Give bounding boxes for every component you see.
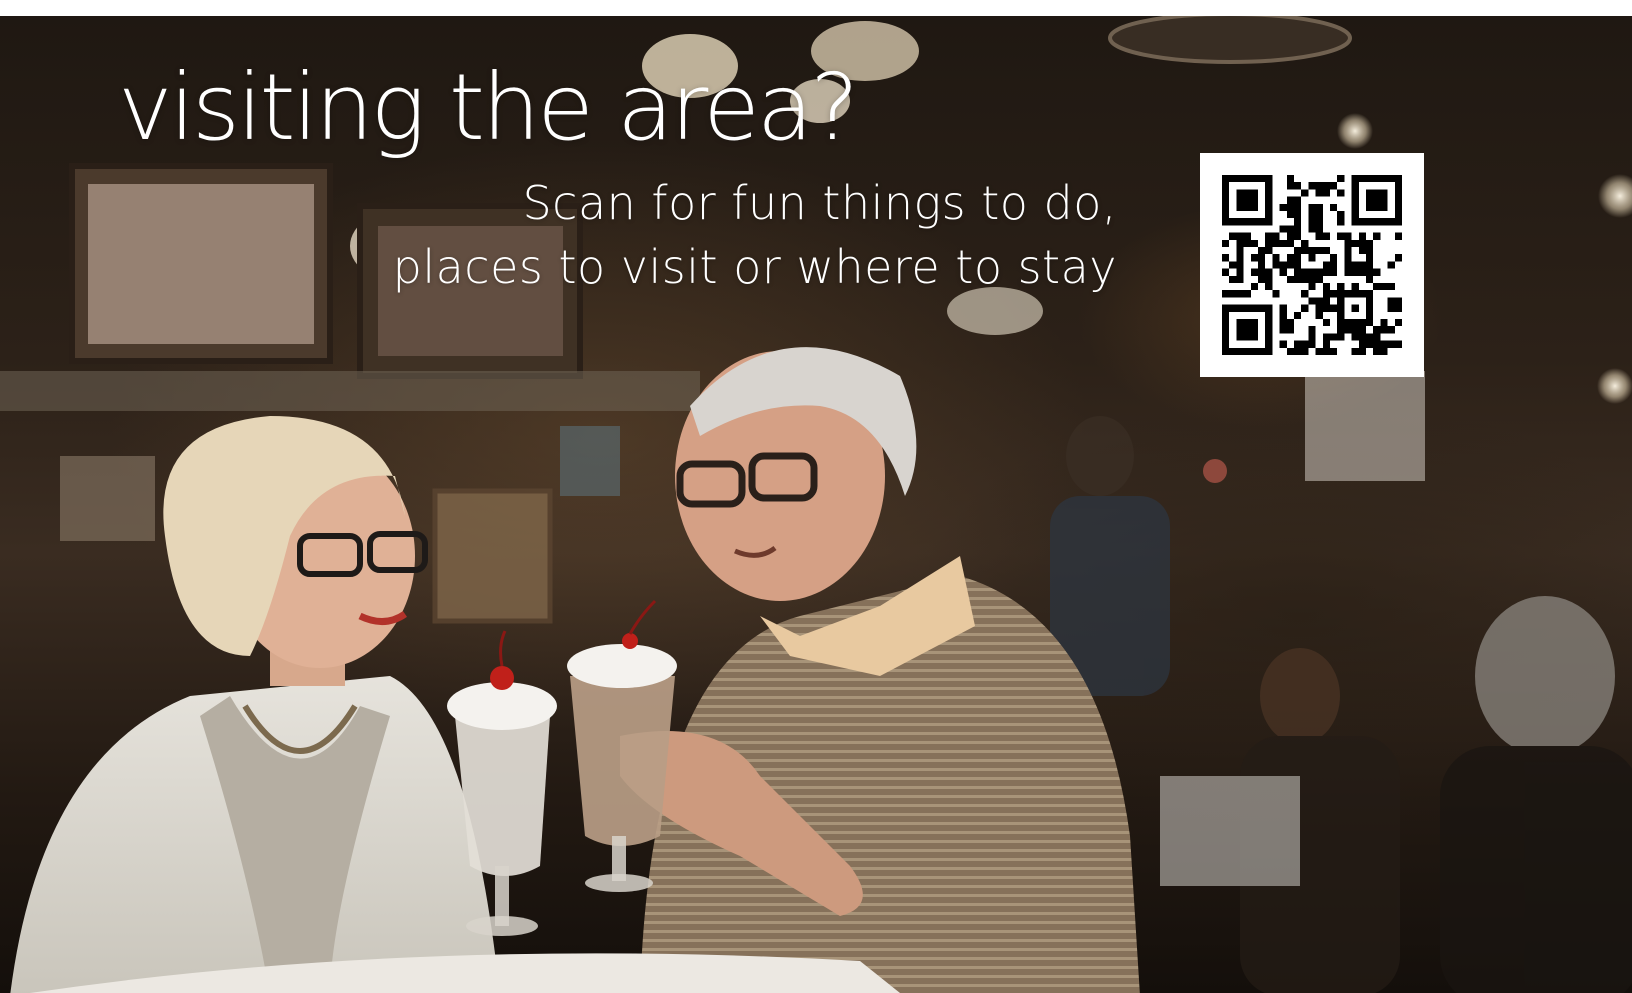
headline-text: visiting the area? bbox=[118, 54, 859, 161]
man-figure bbox=[620, 347, 1140, 993]
subline-text-2: places to visit or where to stay bbox=[392, 240, 1117, 294]
background-patrons bbox=[1050, 416, 1632, 993]
top-white-strip bbox=[0, 0, 1632, 16]
subline-text-1: Scan for fun things to do, bbox=[522, 176, 1117, 230]
qr-code-icon bbox=[1222, 175, 1402, 355]
qr-code[interactable] bbox=[1200, 153, 1424, 377]
